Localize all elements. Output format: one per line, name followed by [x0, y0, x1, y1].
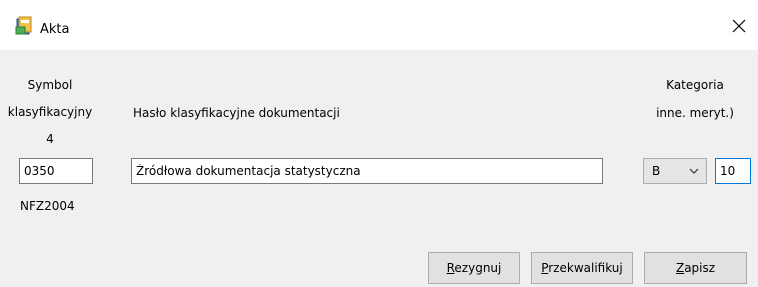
binder-icon	[15, 16, 32, 35]
kategoria-label-line2: inne. meryt.)	[656, 106, 734, 120]
zapisz-button[interactable]: Zapisz	[644, 252, 747, 284]
kategoria-years-input[interactable]	[715, 158, 751, 184]
symbol-label-line3: 4	[46, 132, 54, 146]
symbol-source-label: NFZ2004	[20, 199, 75, 213]
przekwalifikuj-label: rzekwalifikuj	[548, 261, 623, 275]
chevron-down-icon	[689, 168, 699, 174]
zapisz-accel: Z	[675, 261, 685, 275]
symbol-label-line2: klasyfikacyjny	[7, 105, 93, 119]
close-icon[interactable]	[730, 17, 748, 35]
title-bar[interactable]: Akta	[0, 0, 758, 50]
haslo-label: Hasło klasyfikacyjne dokumentacji	[133, 106, 340, 120]
haslo-input[interactable]	[131, 158, 603, 184]
symbol-input[interactable]	[19, 158, 93, 184]
przekwalifikuj-button[interactable]: Przekwalifikuj	[531, 252, 633, 284]
kategoria-select[interactable]: B	[643, 158, 707, 184]
symbol-label-line1: Symbol	[27, 78, 73, 92]
zapisz-label: apisz	[684, 261, 716, 275]
rezygnuj-label: ezygnuj	[454, 261, 502, 275]
window-title: Akta	[40, 22, 70, 37]
dialog-body: Symbol klasyfikacyjny 4 Hasło klasyfikac…	[0, 50, 758, 287]
rezygnuj-button[interactable]: Rezygnuj	[428, 252, 520, 284]
kategoria-select-value: B	[652, 164, 661, 178]
dialog-window: Akta Symbol klasyfikacyjny 4 Hasło klasy…	[0, 0, 758, 287]
kategoria-label-line1: Kategoria	[666, 78, 724, 92]
